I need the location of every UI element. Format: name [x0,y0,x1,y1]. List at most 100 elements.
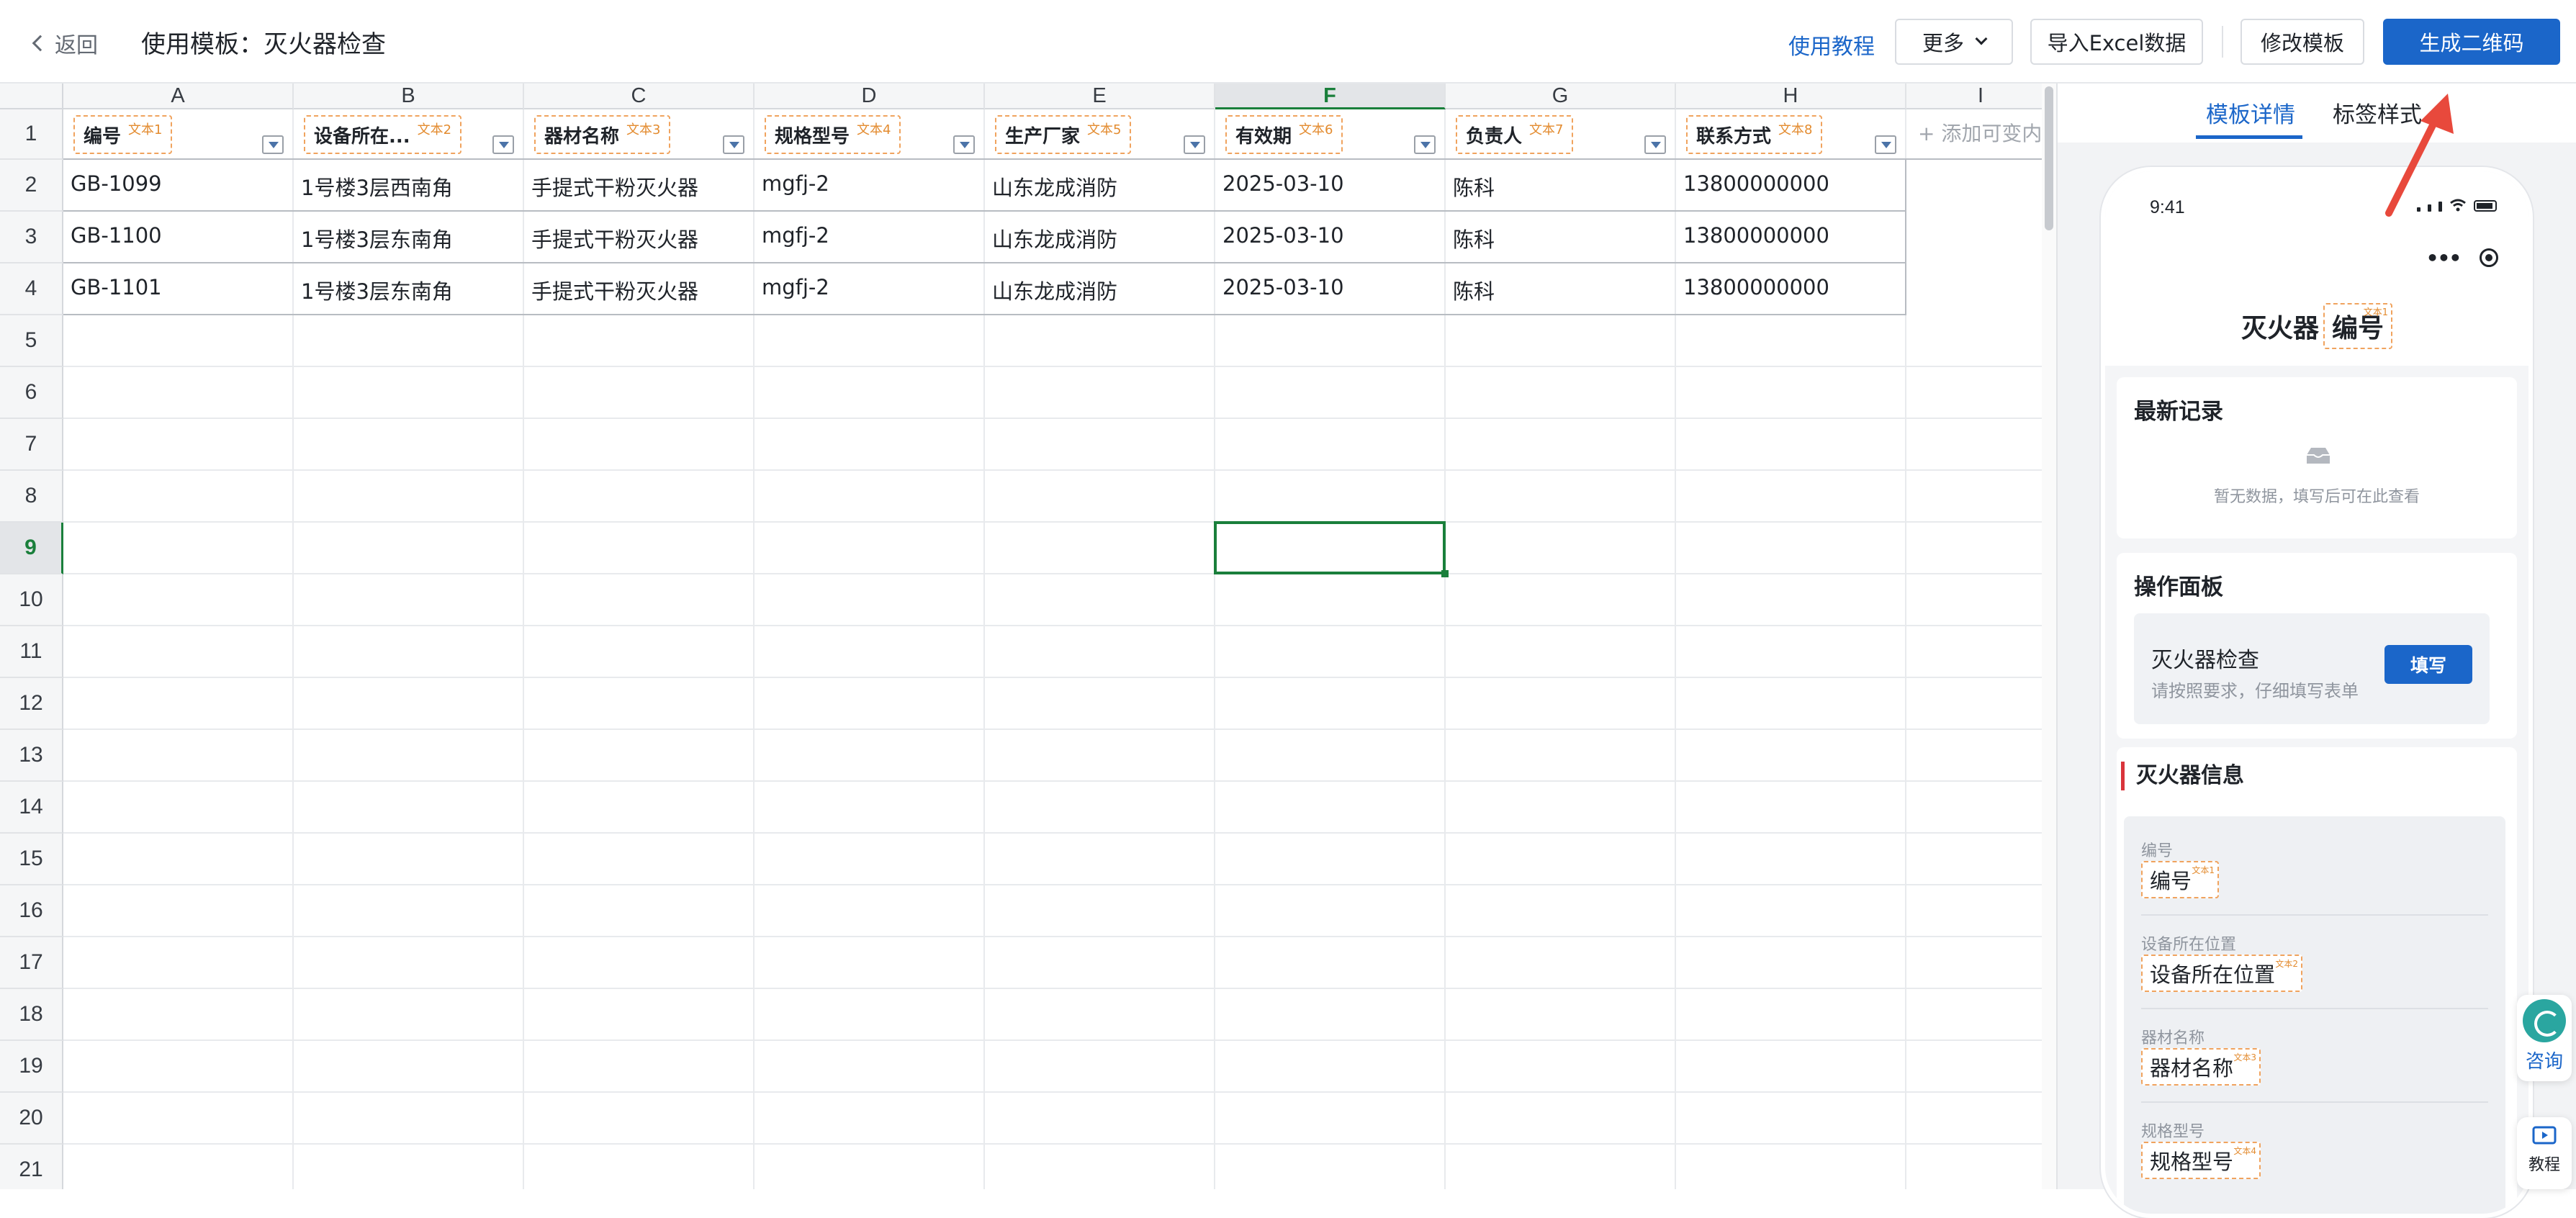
scrollbar-thumb[interactable] [2045,86,2053,230]
row-header-17[interactable]: 17 [0,937,63,989]
row-header-1[interactable]: 1 [0,109,63,160]
table-cell[interactable]: 13800000000 [1676,275,1829,299]
row-header-5[interactable]: 5 [0,315,63,367]
operation-item[interactable]: 灭火器检查 请按照要求，仔细填写表单 填写 [2134,613,2490,724]
table-cell[interactable]: mgfj-2 [755,171,829,196]
miniapp-capsule[interactable]: ••• [2416,238,2508,278]
info-field-divider [2141,914,2488,916]
table-cell[interactable]: 山东龙成消防 [985,171,1117,202]
table-cell[interactable]: 1号楼3层东南角 [294,223,453,253]
column-header-b[interactable]: B [294,84,524,109]
tutorial-link[interactable]: 使用教程 [1788,29,1875,60]
variable-tag[interactable]: 有效期 文本6 [1225,115,1343,154]
table-cell[interactable]: 13800000000 [1676,171,1829,196]
variable-tag[interactable]: 负责人 文本7 [1456,115,1574,154]
vertical-scrollbar[interactable] [2042,84,2056,1189]
row-header-14[interactable]: 14 [0,782,63,834]
row-header-7[interactable]: 7 [0,419,63,471]
more-dots-icon[interactable]: ••• [2426,246,2462,270]
edit-template-button[interactable]: 修改模板 [2241,19,2364,65]
row-header-11[interactable]: 11 [0,626,63,678]
row-gridline [63,780,2043,782]
column-header-g[interactable]: G [1446,84,1676,109]
variable-tag[interactable]: 编号 文本1 [73,115,173,154]
generate-qr-button[interactable]: 生成二维码 [2383,19,2560,65]
table-cell[interactable]: 手提式干粉灭火器 [524,223,698,253]
info-field-tag: 设备所在位置 文本2 [2141,955,2303,992]
table-cell[interactable]: GB-1100 [63,223,162,248]
table-cell[interactable]: 陈科 [1446,171,1495,202]
column-header-a[interactable]: A [63,84,294,109]
row-header-12[interactable]: 12 [0,678,63,730]
table-cell[interactable]: mgfj-2 [755,223,829,248]
row-header-18[interactable]: 18 [0,989,63,1041]
filter-dropdown-icon[interactable] [1875,135,1896,154]
variable-tag[interactable]: 规格型号 文本4 [765,115,901,154]
filter-dropdown-icon[interactable] [723,135,744,154]
more-button[interactable]: 更多 [1895,19,2013,65]
variable-tag[interactable]: 联系方式 文本8 [1686,115,1823,154]
column-header-f[interactable]: F [1215,84,1446,109]
column-header-h[interactable]: H [1676,84,1906,109]
row-header-9[interactable]: 9 [0,523,63,574]
row-header-8[interactable]: 8 [0,471,63,523]
table-cell[interactable]: 山东龙成消防 [985,223,1117,253]
row-header-21[interactable]: 21 [0,1145,63,1189]
spreadsheet[interactable]: A B C D E F G H I 1 2 3 4 5 6 7 8 9 10 11 12 13 14 15 16 17 18 19 20… [0,84,2056,1189]
consult-float-button[interactable]: 咨询 [2517,995,2572,1081]
table-cell[interactable]: 13800000000 [1676,223,1829,248]
variable-tag[interactable]: 器材名称 文本3 [534,115,671,154]
table-cell[interactable]: 山东龙成消防 [985,275,1117,305]
info-field-tag-label: 器材名称 [2150,1056,2234,1081]
row-header-15[interactable]: 15 [0,834,63,885]
row-header-4[interactable]: 4 [0,263,63,315]
row-header-3[interactable]: 3 [0,212,63,263]
column-header-c[interactable]: C [524,84,755,109]
filter-dropdown-icon[interactable] [1644,135,1666,154]
tab-template-detail[interactable]: 模板详情 [2206,96,2295,129]
table-cell[interactable]: 2025-03-10 [1215,171,1344,196]
table-cell[interactable]: 陈科 [1446,275,1495,305]
fill-button[interactable]: 填写 [2384,645,2472,684]
table-cell[interactable]: 1号楼3层东南角 [294,275,453,305]
row-header-13[interactable]: 13 [0,730,63,782]
table-cell[interactable]: GB-1099 [63,171,162,196]
table-cell[interactable]: GB-1101 [63,275,162,299]
table-cell[interactable]: 2025-03-10 [1215,223,1344,248]
filter-dropdown-icon[interactable] [953,135,975,154]
column-header-e[interactable]: E [985,84,1215,109]
add-variable-button[interactable]: + 添加可变内 [1918,118,2042,147]
selected-cell[interactable] [1214,521,1449,577]
filter-dropdown-icon[interactable] [1184,135,1205,154]
back-button[interactable]: 返回 [32,27,98,59]
row-header-20[interactable]: 20 [0,1093,63,1145]
table-cell[interactable]: 手提式干粉灭火器 [524,275,698,305]
phone-page-title: 灭火器 编号 文本1 [2105,287,2528,366]
phone-title-tag-label: 编号 [2332,314,2384,343]
column-header-i[interactable]: I [1906,84,2056,109]
close-target-icon[interactable] [2480,248,2499,267]
variable-tag[interactable]: 设备所在... 文本2 [304,115,462,154]
active-tab-indicator [2196,135,2302,139]
filter-dropdown-icon[interactable] [262,135,284,154]
row-header-6[interactable]: 6 [0,367,63,419]
filter-dropdown-icon[interactable] [492,135,514,154]
tutorial-float-button[interactable]: 教程 [2517,1117,2572,1189]
table-cell[interactable]: 手提式干粉灭火器 [524,171,698,202]
filter-dropdown-icon[interactable] [1414,135,1436,154]
column-gridline [523,109,524,1189]
table-cell[interactable]: 1号楼3层西南角 [294,171,453,202]
row-header-2[interactable]: 2 [0,160,63,212]
row-header-10[interactable]: 10 [0,574,63,626]
table-cell[interactable]: mgfj-2 [755,275,829,299]
variable-tag[interactable]: 生产厂家 文本5 [995,115,1132,154]
table-cell[interactable]: 陈科 [1446,223,1495,253]
row-header-19[interactable]: 19 [0,1041,63,1093]
sheet-corner[interactable] [0,84,63,109]
template-panel: 模板详情 标签样式 9:41 ••• 灭火器 编号 文本1 最新记录 暂无数据，… [2056,84,2576,1218]
table-cell[interactable]: 2025-03-10 [1215,275,1344,299]
battery-icon [2474,200,2497,212]
row-header-16[interactable]: 16 [0,885,63,937]
import-excel-button[interactable]: 导入Excel数据 [2030,19,2203,65]
column-header-d[interactable]: D [755,84,985,109]
